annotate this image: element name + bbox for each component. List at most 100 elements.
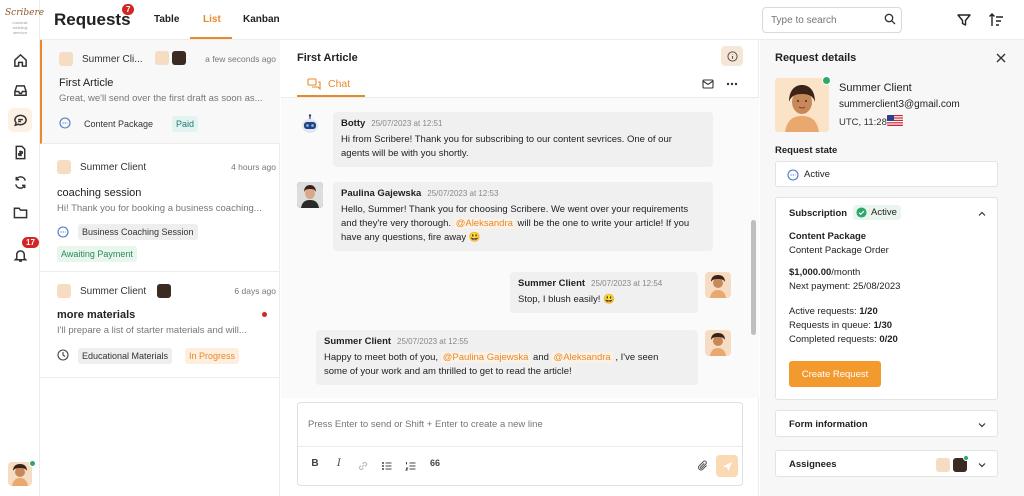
active-requests: Active requests: 1/20 [789,306,878,317]
client-name: Summer Client [839,82,912,94]
quote-icon[interactable]: 66 [428,458,442,468]
request-preview: Hi! Thank you for booking a business coa… [57,203,262,214]
chevron-down-icon[interactable] [977,420,987,430]
message-text: Happy to meet both of you, @Paulina Gaje… [324,351,690,379]
more-options-icon[interactable] [726,82,738,86]
info-button[interactable] [721,46,743,66]
tag-package: Business Coaching Session [78,224,198,240]
check-circle-icon [856,207,867,218]
completed-requests-value: 0/20 [879,334,898,345]
request-item-first-article[interactable]: Summer Cli... a few seconds ago First Ar… [40,40,280,144]
request-time: a few seconds ago [205,54,276,64]
attachment-icon[interactable] [697,460,709,472]
tab-list[interactable]: List [203,14,221,25]
author-name: Botty [341,118,366,129]
message-line: have any questions, fire away 😃 [341,232,481,243]
chat-panel: First Article Chat Botty 25/07/2023 at 12… [281,40,759,496]
invoice-icon[interactable] [8,140,32,164]
chat-scrollbar[interactable] [751,220,756,335]
client-avatar [705,272,731,298]
send-button[interactable] [716,455,738,477]
clock-icon [57,349,69,361]
package-name: Content Package [789,231,867,242]
request-details-panel: Request details Summer Client summerclie… [760,40,1024,496]
subscription-card: Subscription Active Content Package Cont… [775,197,998,400]
bold-icon[interactable]: B [308,458,322,469]
chat-bubbles-icon [307,78,321,90]
message-bubble: Paulina Gajewska 25/07/2023 at 12:53 Hell… [333,182,713,251]
folder-icon[interactable] [8,200,32,224]
notification-badge: 17 [22,237,39,248]
tag-progress-status: In Progress [185,348,240,364]
create-request-button[interactable]: Create Request [789,361,881,387]
close-icon[interactable] [994,51,1008,65]
inbox-icon[interactable] [8,78,32,102]
search-input[interactable] [762,7,902,33]
package-price: $1,000.00/month [789,267,860,278]
subscription-status: Active [871,207,897,218]
assignee-online-dot [963,455,969,461]
request-subject: coaching session [57,187,142,199]
italic-icon[interactable]: I [332,458,346,469]
logo-subtext: content writing service [12,20,28,35]
form-information-label: Form information [789,419,868,430]
mention-aleksandra[interactable]: @Aleksandra [551,352,613,363]
chevron-up-icon[interactable] [977,209,987,219]
message-time: 25/07/2023 at 12:55 [397,337,469,346]
author-name: Summer Client [518,278,586,289]
request-item-coaching-session[interactable]: Summer Client 4 hours ago coaching sessi… [40,144,280,272]
client-online-dot [822,76,831,85]
unread-dot [262,312,267,317]
brand-logo[interactable]: Scribere content writing service [5,6,44,35]
queued-requests-label: Requests in queue: [789,320,871,331]
home-icon[interactable] [8,48,32,72]
filter-icon[interactable] [956,12,972,28]
numbered-list-icon[interactable] [404,460,418,472]
message-line: will be the one to write your article! I… [517,218,690,229]
message-line: Hello, Summer! Thank you for choosing Sc… [341,204,689,215]
send-icon [722,461,732,471]
link-icon[interactable] [356,460,370,472]
search-icon[interactable] [884,13,896,25]
completed-requests: Completed requests: 0/20 [789,334,898,345]
details-title: Request details [775,52,857,64]
chat-icon[interactable] [8,108,32,132]
request-list: Summer Cli... a few seconds ago First Ar… [40,40,280,496]
message-author: Botty 25/07/2023 at 12:51 [341,118,705,129]
next-payment: Next payment: 25/08/2023 [789,281,901,292]
assignees-section[interactable]: Assignees [775,450,998,477]
request-state-select[interactable]: Active [775,161,998,187]
tag-payment-status: Awaiting Payment [57,246,137,262]
status-active-icon [787,169,799,181]
client-email[interactable]: summerclient3@gmail.com [839,99,960,110]
queued-requests: Requests in queue: 1/30 [789,320,892,331]
tab-table[interactable]: Table [154,14,179,25]
chevron-down-icon[interactable] [977,460,987,470]
message-time: 25/07/2023 at 12:53 [427,189,499,198]
message-line: Happy to meet both of you, [324,352,439,363]
bullet-list-icon[interactable] [380,460,394,472]
refresh-icon[interactable] [8,170,32,194]
request-item-more-materials[interactable]: Summer Client 6 days ago more materials … [40,272,280,378]
request-state-label: Request state [775,145,838,156]
user-avatar[interactable] [8,462,32,486]
mention-paulina[interactable]: @Paulina Gajewska [440,352,531,363]
message-text: Hello, Summer! Thank you for choosing Sc… [341,203,705,245]
message-bubble: Summer Client 25/07/2023 at 12:54 Stop, I… [510,272,698,313]
email-icon[interactable] [702,79,714,89]
tab-chat[interactable]: Chat [328,78,350,90]
form-information-section[interactable]: Form information [775,410,998,437]
request-preview: I'll prepare a list of starter materials… [57,325,247,336]
message-list: Botty 25/07/2023 at 12:51 Hi from Scriber… [281,98,759,398]
sort-icon[interactable] [988,12,1004,28]
message-bubble: Summer Client 25/07/2023 at 12:55 Happy t… [316,330,698,385]
assignee-avatar [936,458,950,472]
us-flag-icon [887,115,903,126]
message-time: 25/07/2023 at 12:54 [591,279,663,288]
package-order: Content Package Order [789,245,889,256]
subscription-label: Subscription [789,208,848,219]
mention-aleksandra[interactable]: @Aleksandra [453,218,515,229]
message-input[interactable] [298,403,742,447]
tab-kanban[interactable]: Kanban [243,14,280,25]
request-preview: Great, we'll send over the first draft a… [59,93,263,104]
